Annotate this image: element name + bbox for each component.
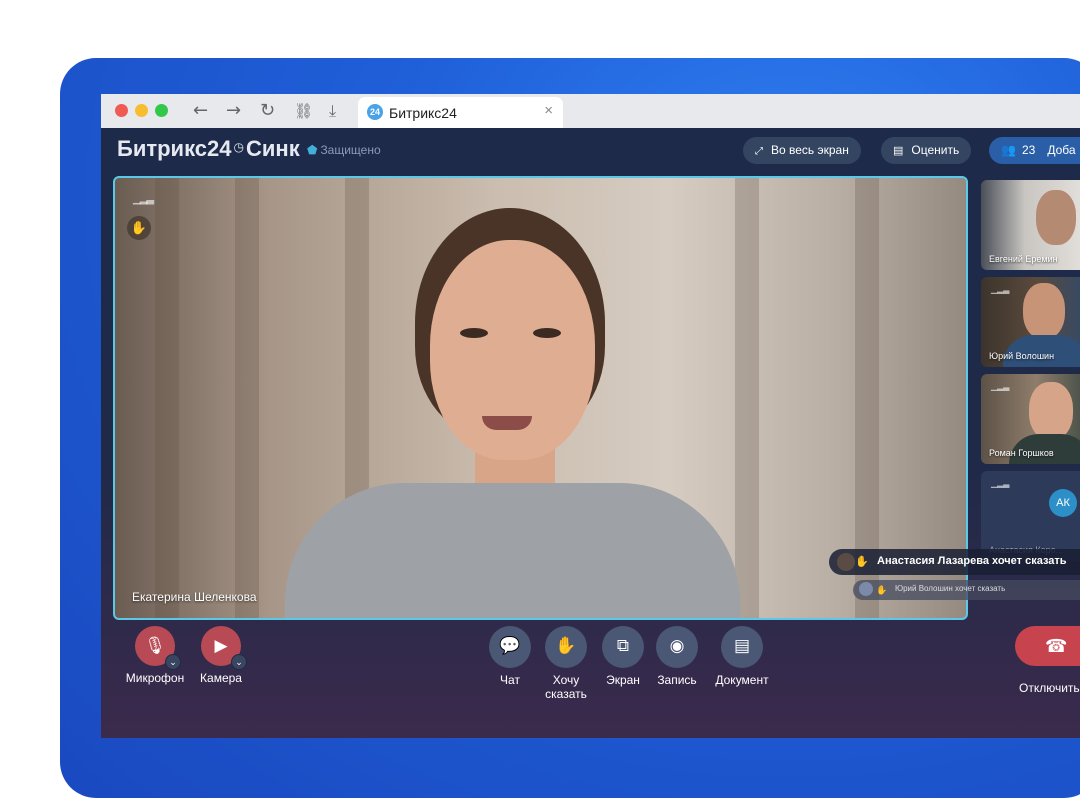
- feedback-icon: ▤: [893, 145, 904, 157]
- document-button[interactable]: ▤ Документ: [711, 626, 773, 687]
- forward-arrow-icon[interactable]: →: [226, 100, 241, 121]
- participant-name: Евгений Еремин: [989, 254, 1058, 264]
- chat-button[interactable]: 💬 Чат: [489, 626, 531, 687]
- participant-thumbnail[interactable]: ▁▂▃ Юрий Волошин: [981, 277, 1080, 367]
- fullscreen-button[interactable]: ⤢ Во весь экран: [743, 137, 861, 164]
- tab-title: Битрикс24: [389, 105, 457, 121]
- participant-name: Юрий Волошин: [989, 351, 1055, 361]
- record-button[interactable]: ◉ Запись: [654, 626, 700, 687]
- raised-hand-icon: ✋: [855, 556, 869, 568]
- reload-icon[interactable]: ↻: [260, 100, 275, 121]
- notification-text: Анастасия Лазарева хочет сказать: [877, 555, 1067, 567]
- participant-avatar: АК: [1049, 489, 1077, 517]
- participant-face: [1023, 283, 1065, 339]
- raise-hand-icon: ✋: [545, 626, 587, 668]
- chat-label: Чат: [500, 673, 520, 687]
- page-background: ← → ↻ ⛓ ⤓ 24 Битрикс24 × Битрикс24 ◷Синк …: [0, 0, 1080, 798]
- curtain-fold: [155, 178, 179, 618]
- browser-tab[interactable]: 24 Битрикс24 ×: [358, 97, 563, 128]
- participant-avatar-icon: [859, 582, 873, 596]
- tab-close-icon[interactable]: ×: [544, 102, 553, 119]
- screen-label: Экран: [606, 673, 640, 687]
- speaker-eye: [460, 328, 488, 338]
- add-label: Доба: [1047, 143, 1076, 157]
- shield-icon: ⬟: [307, 143, 318, 157]
- users-icon: 👥: [1001, 143, 1016, 157]
- bitrix-tab-icon: 24: [367, 104, 383, 120]
- signal-strength-icon: ▁▂▃: [991, 285, 1010, 294]
- app-logo: Битрикс24 ◷Синк: [117, 136, 300, 162]
- notification-text: Юрий Волошин хочет сказать: [895, 584, 1006, 593]
- camera-off-icon[interactable]: ▶ ⌄: [201, 626, 247, 670]
- hangup-label: Отключить: [1019, 681, 1080, 695]
- browser-window: ← → ↻ ⛓ ⤓ 24 Битрикс24 × Битрикс24 ◷Синк …: [101, 94, 1080, 738]
- close-window-dot[interactable]: [115, 104, 128, 117]
- document-label: Документ: [715, 673, 769, 687]
- record-icon: ◉: [656, 626, 698, 668]
- raise-hand-button[interactable]: ✋ Хочу сказать: [541, 626, 591, 701]
- screen-share-icon: ⧉: [602, 626, 644, 668]
- raise-hand-label-2: сказать: [545, 687, 587, 701]
- curtain-fold: [735, 178, 759, 618]
- logo-bitrix: Битрикс24: [117, 136, 232, 161]
- speaker-name: Екатерина Шеленкова: [132, 590, 257, 604]
- raise-hand-notification-secondary: ✋ Юрий Волошин хочет сказать: [853, 580, 1080, 600]
- participants-button[interactable]: 👥 23 Доба: [989, 137, 1080, 164]
- hangup-button[interactable]: ☎: [1015, 626, 1080, 666]
- speaker-body: [285, 483, 740, 618]
- link-icon[interactable]: ⛓: [294, 102, 313, 120]
- raised-hand-icon: ✋: [127, 216, 151, 240]
- camera-control[interactable]: ▶ ⌄ Камера: [191, 626, 251, 685]
- video-call-app: Битрикс24 ◷Синк ⬟ Защищено ⤢ Во весь экран …: [101, 128, 1080, 738]
- signal-strength-icon: ▁▂▃: [133, 194, 154, 205]
- expand-icon: ⤢: [755, 146, 763, 157]
- signal-strength-icon: ▁▂▃: [991, 479, 1010, 488]
- clock-icon: ◷: [233, 140, 244, 154]
- participant-name: Роман Горшков: [989, 448, 1054, 458]
- participant-thumbnail[interactable]: ▁▂▃ АК Анастасия Коро...: [981, 471, 1080, 561]
- microphone-label: Микрофон: [125, 671, 185, 685]
- raised-hand-icon: ✋: [876, 585, 888, 595]
- rate-button[interactable]: ▤ Оценить: [881, 137, 972, 164]
- microphone-control[interactable]: 🎙 ⌄ Микрофон: [123, 626, 187, 685]
- chat-icon: 💬: [489, 626, 531, 668]
- fullscreen-label: Во весь экран: [771, 143, 849, 157]
- speaker-mouth: [482, 416, 532, 430]
- speaker-eye: [533, 328, 561, 338]
- screen-share-button[interactable]: ⧉ Экран: [600, 626, 646, 687]
- raise-hand-notification: ✋ Анастасия Лазарева хочет сказать: [829, 549, 1080, 575]
- download-icon[interactable]: ⤓: [329, 101, 336, 121]
- secure-label: Защищено: [320, 143, 381, 157]
- participant-face: [1029, 382, 1073, 440]
- minimize-window-dot[interactable]: [135, 104, 148, 117]
- microphone-off-icon[interactable]: 🎙 ⌄: [135, 626, 181, 670]
- signal-strength-icon: ▁▂▃: [991, 382, 1010, 391]
- curtain-fold: [235, 178, 259, 618]
- document-icon: ▤: [721, 626, 763, 668]
- camera-label: Камера: [200, 671, 242, 685]
- chevron-down-icon[interactable]: ⌄: [231, 654, 247, 670]
- logo-sync: Синк: [246, 136, 300, 161]
- chevron-down-icon[interactable]: ⌄: [165, 654, 181, 670]
- browser-toolbar: ← → ↻ ⛓ ⤓ 24 Битрикс24 ×: [101, 94, 1080, 128]
- participants-count: 23: [1021, 143, 1036, 157]
- secure-badge: ⬟ Защищено: [307, 143, 381, 157]
- phone-hangup-icon: ☎: [1045, 636, 1068, 656]
- record-label: Запись: [657, 673, 697, 687]
- rate-label: Оценить: [911, 143, 960, 157]
- maximize-window-dot[interactable]: [155, 104, 168, 117]
- participant-thumbnail[interactable]: ▁▂▃ Роман Горшков: [981, 374, 1080, 464]
- participant-thumbnail[interactable]: Евгений Еремин: [981, 180, 1080, 270]
- back-arrow-icon[interactable]: ←: [193, 100, 208, 121]
- raise-hand-label-1: Хочу: [552, 673, 580, 687]
- participant-face: [1036, 190, 1076, 245]
